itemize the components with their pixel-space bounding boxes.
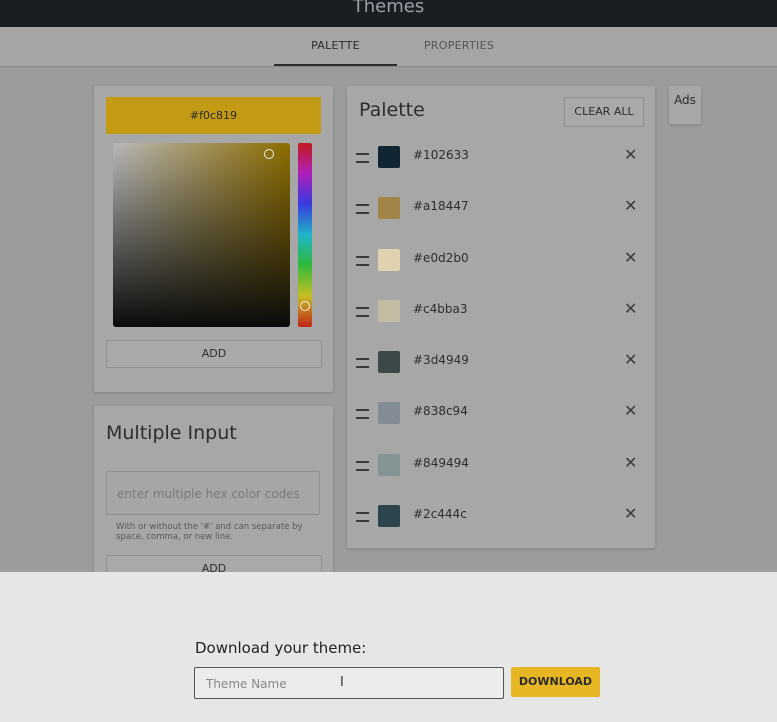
- color-swatch: [378, 146, 400, 168]
- hex-codes-input[interactable]: enter multiple hex color codes: [106, 471, 320, 515]
- palette-row: #838c94 ✕: [347, 399, 655, 429]
- palette-row: #3d4949 ✕: [347, 348, 655, 378]
- remove-color-icon[interactable]: ✕: [624, 401, 637, 420]
- theme-name-placeholder: Theme Name: [206, 677, 287, 691]
- clear-all-button[interactable]: CLEAR ALL: [564, 97, 644, 127]
- palette-card: Palette CLEAR ALL #102633 ✕ #a18447 ✕ #e…: [347, 86, 655, 548]
- remove-color-icon[interactable]: ✕: [624, 248, 637, 267]
- color-picker-card: #f0c819 ADD: [94, 86, 333, 392]
- tab-properties[interactable]: PROPERTIES: [398, 27, 520, 64]
- color-hex: #2c444c: [413, 507, 467, 521]
- palette-row: #2c444c ✕: [347, 502, 655, 532]
- drag-handle-icon[interactable]: [356, 256, 369, 266]
- color-swatch: [378, 505, 400, 527]
- remove-color-icon[interactable]: ✕: [624, 350, 637, 369]
- color-swatch: [378, 351, 400, 373]
- ads-panel: Ads: [669, 86, 701, 124]
- download-button[interactable]: DOWNLOAD: [511, 667, 600, 697]
- color-hex: #849494: [413, 456, 469, 470]
- theme-name-input[interactable]: Theme Name I: [194, 667, 504, 699]
- color-hex: #838c94: [413, 404, 468, 418]
- remove-color-icon[interactable]: ✕: [624, 196, 637, 215]
- remove-color-icon[interactable]: ✕: [624, 145, 637, 164]
- remove-color-icon[interactable]: ✕: [624, 299, 637, 318]
- drag-handle-icon[interactable]: [356, 461, 369, 471]
- color-swatch: [378, 197, 400, 219]
- multiple-input-card: Multiple Input enter multiple hex color …: [94, 406, 333, 586]
- drag-handle-icon[interactable]: [356, 153, 369, 163]
- saturation-handle[interactable]: [264, 149, 274, 159]
- selected-color-hex: #f0c819: [106, 97, 321, 134]
- color-hex: #e0d2b0: [413, 251, 469, 265]
- color-hex: #a18447: [413, 199, 469, 213]
- ads-label: Ads: [674, 93, 696, 107]
- color-swatch: [378, 402, 400, 424]
- color-swatch: [378, 249, 400, 271]
- drag-handle-icon[interactable]: [356, 204, 369, 214]
- palette-title: Palette: [359, 99, 425, 121]
- hue-slider[interactable]: [298, 143, 312, 327]
- color-hex: #3d4949: [413, 353, 469, 367]
- drag-handle-icon[interactable]: [356, 512, 369, 522]
- color-hex: #c4bba3: [413, 302, 468, 316]
- text-cursor-icon: I: [340, 675, 344, 690]
- download-label: Download your theme:: [195, 639, 367, 657]
- saturation-value-area[interactable]: [113, 143, 290, 327]
- drag-handle-icon[interactable]: [356, 358, 369, 368]
- palette-row: #102633 ✕: [347, 143, 655, 173]
- multiple-input-help: With or without the '#' and can separate…: [116, 522, 303, 542]
- drag-handle-icon[interactable]: [356, 307, 369, 317]
- color-swatch: [378, 454, 400, 476]
- download-panel: Download your theme: Theme Name I DOWNLO…: [0, 572, 777, 722]
- tab-palette[interactable]: PALETTE: [274, 27, 397, 66]
- multiple-input-title: Multiple Input: [106, 422, 237, 444]
- remove-color-icon[interactable]: ✕: [624, 504, 637, 523]
- palette-row: #c4bba3 ✕: [347, 297, 655, 327]
- color-swatch: [378, 300, 400, 322]
- tab-bar: PALETTE PROPERTIES: [0, 27, 777, 67]
- hue-handle[interactable]: [300, 301, 310, 311]
- app-header: Themes: [0, 0, 777, 27]
- app-title: Themes: [352, 0, 425, 17]
- palette-row: #849494 ✕: [347, 451, 655, 481]
- add-color-button[interactable]: ADD: [106, 340, 322, 368]
- color-hex: #102633: [413, 148, 469, 162]
- drag-handle-icon[interactable]: [356, 409, 369, 419]
- palette-row: #e0d2b0 ✕: [347, 246, 655, 276]
- remove-color-icon[interactable]: ✕: [624, 453, 637, 472]
- palette-row: #a18447 ✕: [347, 194, 655, 224]
